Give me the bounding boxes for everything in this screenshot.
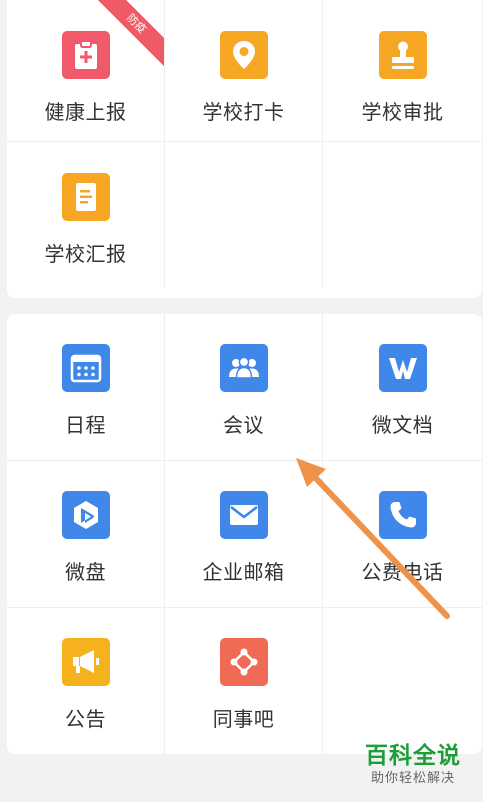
app-health-report[interactable]: 防疫 健康上报 xyxy=(7,0,165,142)
report-document-icon xyxy=(61,173,110,221)
calendar-icon xyxy=(61,344,110,392)
app-micro-drive[interactable]: 微盘 xyxy=(7,461,165,608)
app-public-phone[interactable]: 公费电话 xyxy=(323,461,482,608)
app-school-checkin[interactable]: 学校打卡 xyxy=(165,0,323,142)
watermark-title: 百科全说 xyxy=(365,743,461,769)
location-pin-icon xyxy=(219,31,268,79)
app-meeting[interactable]: 会议 xyxy=(165,314,323,461)
office-apps-card: 日程 会议 微文档 微盘 企业邮箱 公费电话 公告 同事吧 xyxy=(7,314,482,754)
app-school-approval[interactable]: 学校审批 xyxy=(323,0,482,142)
epidemic-ribbon: 防疫 xyxy=(96,0,164,68)
app-label: 公费电话 xyxy=(361,560,444,584)
people-group-icon xyxy=(219,344,268,392)
app-label: 微盘 xyxy=(65,560,106,584)
app-label: 同事吧 xyxy=(212,707,275,731)
app-label: 企业邮箱 xyxy=(202,560,285,584)
app-school-report[interactable]: 学校汇报 xyxy=(7,142,165,288)
app-schedule[interactable]: 日程 xyxy=(7,314,165,461)
workbench-page: 防疫 健康上报 学校打卡 学校审批 学校汇报 日程 会议 微文档 微盘 企业邮箱… xyxy=(0,0,483,802)
megaphone-icon xyxy=(61,638,110,686)
app-label: 学校打卡 xyxy=(202,100,285,124)
app-label: 健康上报 xyxy=(44,100,127,124)
envelope-icon xyxy=(219,491,268,539)
app-announcement[interactable]: 公告 xyxy=(7,608,165,754)
app-label: 会议 xyxy=(223,413,264,437)
app-label: 微文档 xyxy=(371,413,434,437)
watermark: 百科全说 助你轻松解决 xyxy=(354,742,472,788)
epidemic-badge: 防疫 xyxy=(96,0,164,67)
app-enterprise-mail[interactable]: 企业邮箱 xyxy=(165,461,323,608)
app-label: 学校审批 xyxy=(361,100,444,124)
app-label: 公告 xyxy=(65,707,106,731)
phone-icon xyxy=(378,491,427,539)
empty-cell xyxy=(165,142,323,288)
app-label: 学校汇报 xyxy=(44,242,127,266)
school-apps-card: 防疫 健康上报 学校打卡 学校审批 学校汇报 xyxy=(7,0,482,298)
watermark-subtitle: 助你轻松解决 xyxy=(370,771,455,786)
stamp-icon xyxy=(378,31,427,79)
app-micro-doc[interactable]: 微文档 xyxy=(323,314,482,461)
empty-cell xyxy=(323,142,482,288)
app-label: 日程 xyxy=(65,413,106,437)
word-w-icon xyxy=(378,344,427,392)
empty-cell xyxy=(323,608,482,754)
app-colleague-forum[interactable]: 同事吧 xyxy=(165,608,323,754)
cloud-drive-icon xyxy=(61,491,110,539)
network-diamond-icon xyxy=(219,638,268,686)
